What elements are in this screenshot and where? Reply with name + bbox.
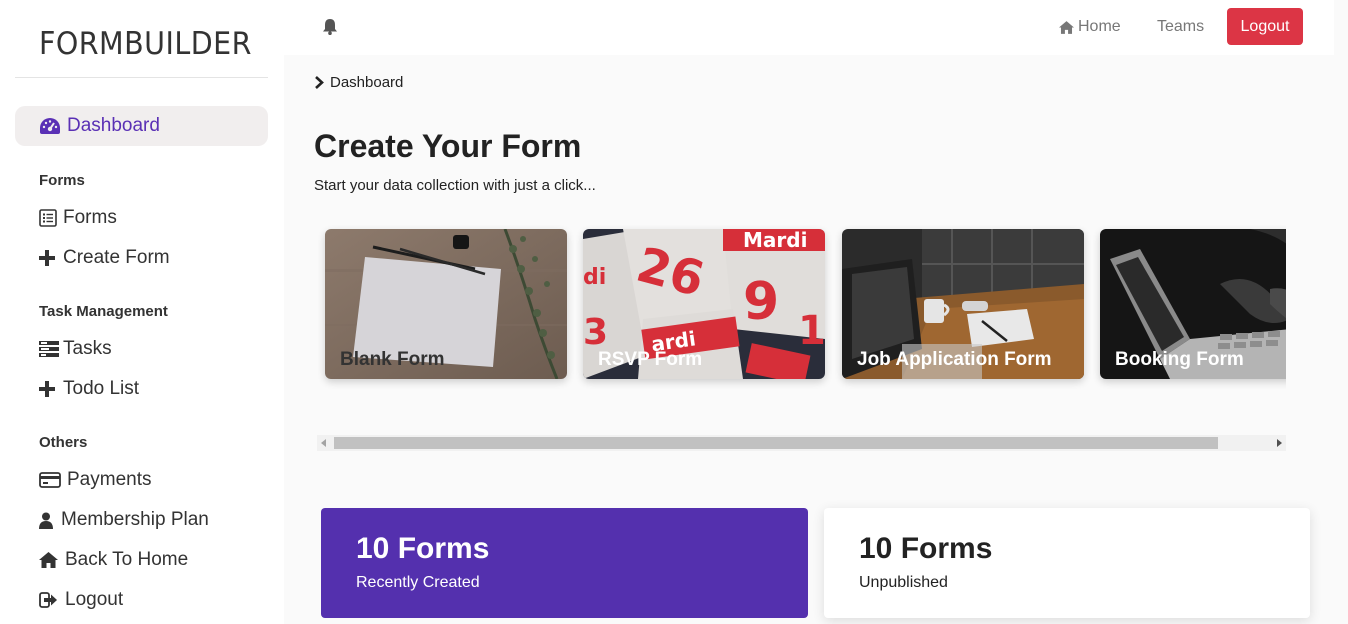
plus-icon (39, 250, 59, 266)
sidebar: FORMBUILDER Dashboard Forms Forms Create… (0, 0, 284, 624)
scroll-left-arrow-icon[interactable] (321, 439, 326, 447)
breadcrumb-current: Dashboard (330, 74, 404, 91)
nav-home-link[interactable]: Home (1059, 18, 1121, 36)
sidebar-item-forms[interactable]: Forms (39, 207, 117, 229)
brand-divider (15, 77, 268, 78)
tasks-icon (39, 341, 59, 357)
svg-text:9: 9 (743, 272, 779, 332)
brand-logo[interactable]: FORMBUILDER (39, 26, 252, 62)
section-title-others: Others (39, 434, 88, 451)
sidebar-item-todo-list[interactable]: Todo List (39, 378, 139, 400)
nav-home-label: Home (1078, 18, 1121, 35)
sidebar-item-logout[interactable]: Logout (39, 589, 123, 611)
sign-out-icon (39, 592, 61, 608)
template-card-booking-form[interactable]: Booking Form (1100, 229, 1286, 379)
sidebar-item-label: Payments (67, 469, 152, 490)
sidebar-item-label: Create Form (63, 247, 170, 268)
template-card-job-application-form[interactable]: Job Application Form (842, 229, 1084, 379)
sidebar-item-back-to-home[interactable]: Back To Home (39, 549, 188, 571)
page-subtitle: Start your data collection with just a c… (314, 177, 596, 194)
home-icon (39, 552, 61, 568)
top-navbar: Home Teams Logout (284, 0, 1334, 55)
sidebar-item-payments[interactable]: Payments (39, 469, 151, 491)
template-card-blank-form[interactable]: Blank Form (325, 229, 567, 379)
sidebar-item-dashboard[interactable]: Dashboard (15, 106, 268, 146)
dashboard-icon (40, 118, 60, 134)
sidebar-item-label: Logout (65, 589, 124, 610)
scroll-right-arrow-icon[interactable] (1277, 439, 1282, 447)
logout-button[interactable]: Logout (1227, 8, 1303, 45)
sidebar-item-label: Dashboard (67, 115, 160, 136)
breadcrumb: Dashboard (314, 74, 403, 91)
stat-card-unpublished[interactable]: 10 Forms Unpublished (824, 508, 1310, 618)
sidebar-item-create-form[interactable]: Create Form (39, 247, 170, 269)
main-content: Home Teams Logout Dashboard Create Your … (284, 0, 1348, 624)
home-icon (1059, 20, 1074, 34)
sidebar-item-membership-plan[interactable]: Membership Plan (39, 509, 209, 531)
carousel-scrollbar[interactable] (317, 435, 1286, 451)
sidebar-item-label: Forms (63, 207, 117, 228)
sidebar-item-label: Todo List (63, 378, 140, 399)
svg-text:1: 1 (798, 308, 825, 354)
page-title: Create Your Form (314, 128, 582, 164)
sidebar-item-label: Tasks (63, 338, 112, 359)
list-alt-icon (39, 209, 59, 227)
section-title-forms: Forms (39, 172, 85, 189)
svg-text:3: 3 (583, 312, 608, 353)
stat-card-recently-created[interactable]: 10 Forms Recently Created (321, 508, 808, 618)
template-card-label: Booking Form (1115, 349, 1244, 370)
plus-icon (39, 381, 59, 397)
section-title-task-management: Task Management (39, 303, 168, 320)
sidebar-item-label: Membership Plan (61, 509, 209, 530)
stat-value: 10 Forms (356, 532, 490, 565)
sidebar-item-label: Back To Home (65, 549, 189, 570)
template-card-label: Blank Form (340, 349, 445, 370)
template-card-label: RSVP Form (598, 349, 703, 370)
scroll-thumb[interactable] (334, 437, 1218, 449)
stat-caption: Recently Created (356, 574, 480, 591)
user-icon (39, 512, 57, 529)
svg-text:Mardi: Mardi (743, 229, 807, 252)
credit-card-icon (39, 472, 63, 488)
svg-text:di: di (583, 265, 606, 290)
stat-caption: Unpublished (859, 574, 948, 591)
chevron-right-icon (315, 76, 324, 89)
nav-teams-link[interactable]: Teams (1157, 18, 1204, 36)
sidebar-item-tasks[interactable]: Tasks (39, 338, 112, 360)
template-card-label: Job Application Form (857, 349, 1052, 370)
template-card-rsvp-form[interactable]: 26 Mardi 9 1 ardi di 3 RSVP Form (583, 229, 825, 379)
bell-icon[interactable] (322, 18, 338, 40)
template-carousel: Blank Form 26 Mardi 9 1 ardi di 3 RSVP F… (317, 221, 1286, 437)
stat-value: 10 Forms (859, 532, 993, 565)
